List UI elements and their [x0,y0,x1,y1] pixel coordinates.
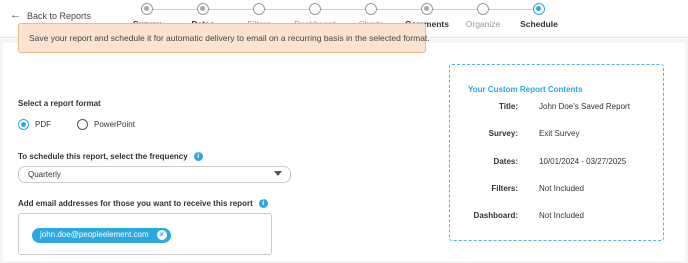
step-label: Organize [465,19,501,29]
format-section-label: Select a report format [18,99,101,108]
remove-email-icon[interactable]: × [156,230,167,240]
summary-key: Filters: [491,184,518,193]
step-pending-icon [309,3,321,15]
summary-value: Exit Survey [539,129,580,138]
summary-value: Not Included [539,184,584,193]
summary-value: 10/01/2024 - 03/27/2025 [539,157,627,166]
step-done-icon [141,3,153,15]
format-radio-group: PDF PowerPoint [18,119,135,130]
radio-powerpoint-label[interactable]: PowerPoint [94,120,135,129]
summary-key: Dashboard: [473,211,518,220]
email-chip-text: john.doe@peopleelement.com [40,230,149,239]
summary-key: Survey: [488,129,518,138]
email-chip: john.doe@peopleelement.com × [32,228,171,243]
step-done-icon [421,3,433,15]
step-organize[interactable]: Organize [453,3,513,29]
recipients-section-label: Add email addresses for those you want t… [18,199,268,209]
report-summary-panel: Your Custom Report Contents Title: John … [449,64,664,241]
summary-key: Title: [499,102,518,111]
frequency-label-text: To schedule this report, select the freq… [18,152,188,161]
frequency-section-label: To schedule this report, select the freq… [18,152,203,162]
summary-value: Not Included [539,211,584,220]
step-active-icon [533,3,545,15]
back-to-reports-link[interactable]: ← Back to Reports [10,10,91,21]
schedule-notice: Save your report and schedule it for aut… [18,23,430,53]
summary-title: Your Custom Report Contents [468,85,583,94]
step-pending-icon [365,3,377,15]
frequency-select[interactable]: Quarterly [18,166,291,183]
step-pending-icon [477,3,489,15]
chevron-down-icon [274,171,282,176]
email-recipients-field[interactable]: john.doe@peopleelement.com × [18,213,272,255]
info-icon[interactable]: i [193,152,203,162]
step-label: Schedule [520,19,558,29]
radio-pdf[interactable] [18,119,29,130]
summary-value: John Doe's Saved Report [539,102,630,111]
step-schedule[interactable]: Schedule [509,3,569,29]
frequency-value: Quarterly [28,170,61,179]
recipients-label-text: Add email addresses for those you want t… [18,199,253,208]
arrow-left-icon: ← [10,9,21,21]
info-icon[interactable]: i [258,199,268,209]
back-label: Back to Reports [27,10,92,21]
radio-pdf-label[interactable]: PDF [35,120,51,129]
step-done-icon [197,3,209,15]
radio-powerpoint[interactable] [77,119,88,130]
summary-key: Dates: [493,157,518,166]
step-pending-icon [253,3,265,15]
